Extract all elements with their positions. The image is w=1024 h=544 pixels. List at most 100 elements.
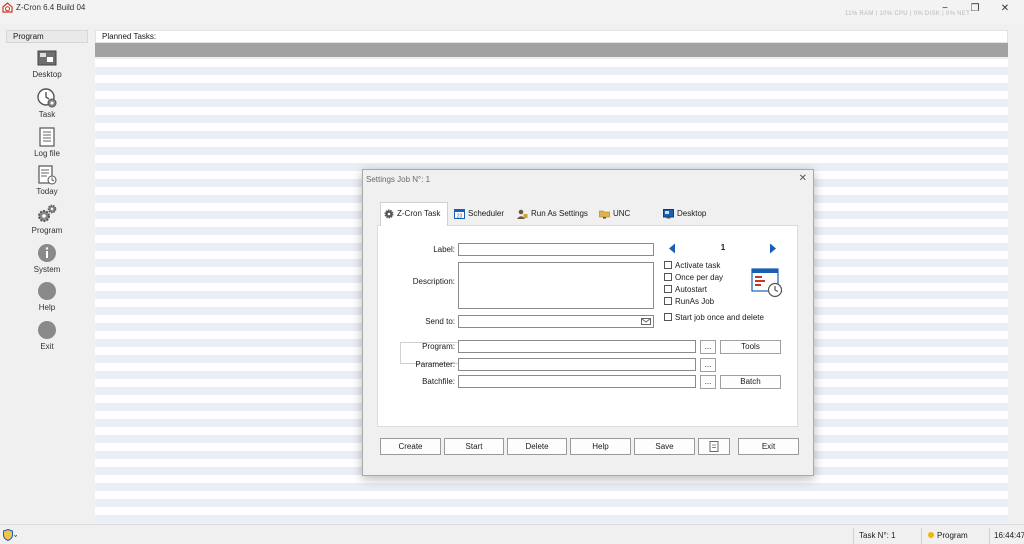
program-field-label: Program: xyxy=(422,342,455,351)
tab-label: Scheduler xyxy=(468,209,505,218)
sidebar-item-label: Desktop xyxy=(32,70,62,79)
sidebar-item-help[interactable]: Help xyxy=(6,281,88,317)
status-program-label: Program xyxy=(937,531,968,540)
status-sun-icon xyxy=(928,532,934,538)
checkbox-box xyxy=(664,273,672,281)
parameter-browse-button[interactable]: ... xyxy=(700,358,716,372)
folder-network-icon xyxy=(599,210,610,219)
send-to-field-label: Send to: xyxy=(425,317,455,326)
sidebar-item-label: Exit xyxy=(40,342,54,351)
desktop-icon xyxy=(37,50,57,66)
dialog-title: Settings Job N°: 1 xyxy=(366,175,431,184)
sidebar-item-program[interactable]: Program xyxy=(6,204,88,240)
close-button[interactable]: ✕ xyxy=(994,2,1016,16)
envelope-icon[interactable] xyxy=(641,318,651,325)
checkbox-box xyxy=(664,261,672,269)
batch-button[interactable]: Batch xyxy=(720,375,781,389)
sidebar-item-label: Today xyxy=(36,187,58,196)
minimize-button[interactable]: − xyxy=(934,2,956,16)
program-browse-button[interactable]: ... xyxy=(700,340,716,354)
label-field-label: Label: xyxy=(433,245,455,254)
sidebar-item-label: Task xyxy=(38,110,56,119)
description-textarea[interactable] xyxy=(458,262,654,309)
shield-dropdown-icon[interactable] xyxy=(3,529,17,541)
checkbox-label: Autostart xyxy=(675,285,708,294)
checkbox-label: Once per day xyxy=(675,273,724,282)
app-logo-icon xyxy=(2,2,13,13)
tab-desktop[interactable]: Desktop xyxy=(660,204,715,224)
list-column-header-bar xyxy=(95,43,1008,57)
calendar-today-icon xyxy=(38,165,57,185)
notes-icon xyxy=(709,441,719,452)
start-button[interactable]: Start xyxy=(444,438,504,455)
app-title: Z-Cron 6.4 Build 04 xyxy=(16,3,86,12)
checkbox-box xyxy=(664,297,672,305)
sidebar-item-label: Help xyxy=(38,303,56,312)
status-task-number: Task N°: 1 xyxy=(853,528,921,544)
status-program: Program xyxy=(921,528,989,544)
calendar-clock-icon xyxy=(751,268,783,298)
description-field-label: Description: xyxy=(412,277,455,286)
calendar-icon: 23 xyxy=(454,208,465,219)
checkbox-box xyxy=(664,313,672,321)
previous-job-arrow-icon[interactable] xyxy=(668,243,676,254)
gears-icon xyxy=(38,204,57,222)
sidebar-header: Program xyxy=(6,30,88,43)
restore-button[interactable]: ❐ xyxy=(964,2,986,16)
checkbox-label: Start job once and delete xyxy=(675,313,764,322)
tab-z-cron-task[interactable]: Z-Cron Task xyxy=(380,202,448,226)
send-to-input[interactable] xyxy=(458,315,654,328)
gear-icon xyxy=(384,209,394,219)
tab-label: Z-Cron Task xyxy=(397,209,441,218)
tab-label: Desktop xyxy=(677,209,707,218)
exit-button[interactable]: Exit xyxy=(738,438,799,455)
tab-panel-z-cron-task: Label: Description: Send to: Program: ..… xyxy=(377,225,798,427)
exit-icon xyxy=(38,321,56,339)
dialog-close-button[interactable]: ✕ xyxy=(799,173,807,184)
sidebar-item-task[interactable]: Task xyxy=(6,88,88,124)
status-time: 16:44:47 xyxy=(989,528,1024,544)
tab-unc-connect[interactable]: UNC Connect xyxy=(596,204,658,238)
label-input[interactable] xyxy=(458,243,654,256)
tab-run-as-settings[interactable]: Run As Settings xyxy=(514,204,594,224)
sidebar-item-log-file[interactable]: Log file xyxy=(6,127,88,163)
settings-job-dialog: Settings Job N°: 1 ✕ Z-Cron Task 23 Sche… xyxy=(362,169,814,476)
batchfile-browse-button[interactable]: ... xyxy=(700,375,716,389)
autostart-checkbox[interactable]: Autostart xyxy=(664,285,707,294)
title-bar: Z-Cron 6.4 Build 04 11% RAM | 10% CPU | … xyxy=(0,0,1024,24)
once-per-day-checkbox[interactable]: Once per day xyxy=(664,273,723,282)
tools-button[interactable]: Tools xyxy=(720,340,781,354)
checkbox-label: Activate task xyxy=(675,261,721,270)
start-once-and-delete-checkbox[interactable]: Start job once and delete xyxy=(664,313,764,322)
sidebar-item-desktop[interactable]: Desktop xyxy=(6,50,88,86)
sidebar-item-label: Program xyxy=(31,226,63,235)
svg-text:23: 23 xyxy=(457,213,463,218)
program-input[interactable] xyxy=(458,340,696,353)
checkbox-label: RunAs Job xyxy=(675,297,715,306)
clock-gear-icon xyxy=(37,88,57,108)
tab-scheduler[interactable]: 23 Scheduler xyxy=(451,204,511,224)
sidebar-item-exit[interactable]: Exit xyxy=(6,320,88,356)
batchfile-input[interactable] xyxy=(458,375,696,388)
save-button[interactable]: Save xyxy=(634,438,695,455)
sidebar-item-label: Log file xyxy=(34,149,60,158)
parameter-input[interactable] xyxy=(458,358,696,371)
log-file-icon xyxy=(39,127,55,147)
help-button[interactable]: Help xyxy=(570,438,631,455)
sidebar-item-today[interactable]: Today xyxy=(6,165,88,201)
notes-button[interactable] xyxy=(698,438,730,455)
sidebar-item-system[interactable]: System xyxy=(6,243,88,279)
batchfile-field-label: Batchfile: xyxy=(422,377,455,386)
parameter-field-label: Parameter: xyxy=(415,360,455,369)
sidebar-item-label: System xyxy=(33,265,61,274)
planned-tasks-header: Planned Tasks: xyxy=(95,30,1008,43)
status-bar: Task N°: 1 Program 16:44:47 xyxy=(0,524,1024,544)
next-job-arrow-icon[interactable] xyxy=(769,243,777,254)
user-icon xyxy=(517,209,528,219)
runas-job-checkbox[interactable]: RunAs Job xyxy=(664,297,714,306)
create-button[interactable]: Create xyxy=(380,438,441,455)
help-icon xyxy=(38,282,56,300)
activate-task-checkbox[interactable]: Activate task xyxy=(664,261,720,270)
delete-button[interactable]: Delete xyxy=(507,438,567,455)
tab-label: Run As Settings xyxy=(531,209,588,218)
